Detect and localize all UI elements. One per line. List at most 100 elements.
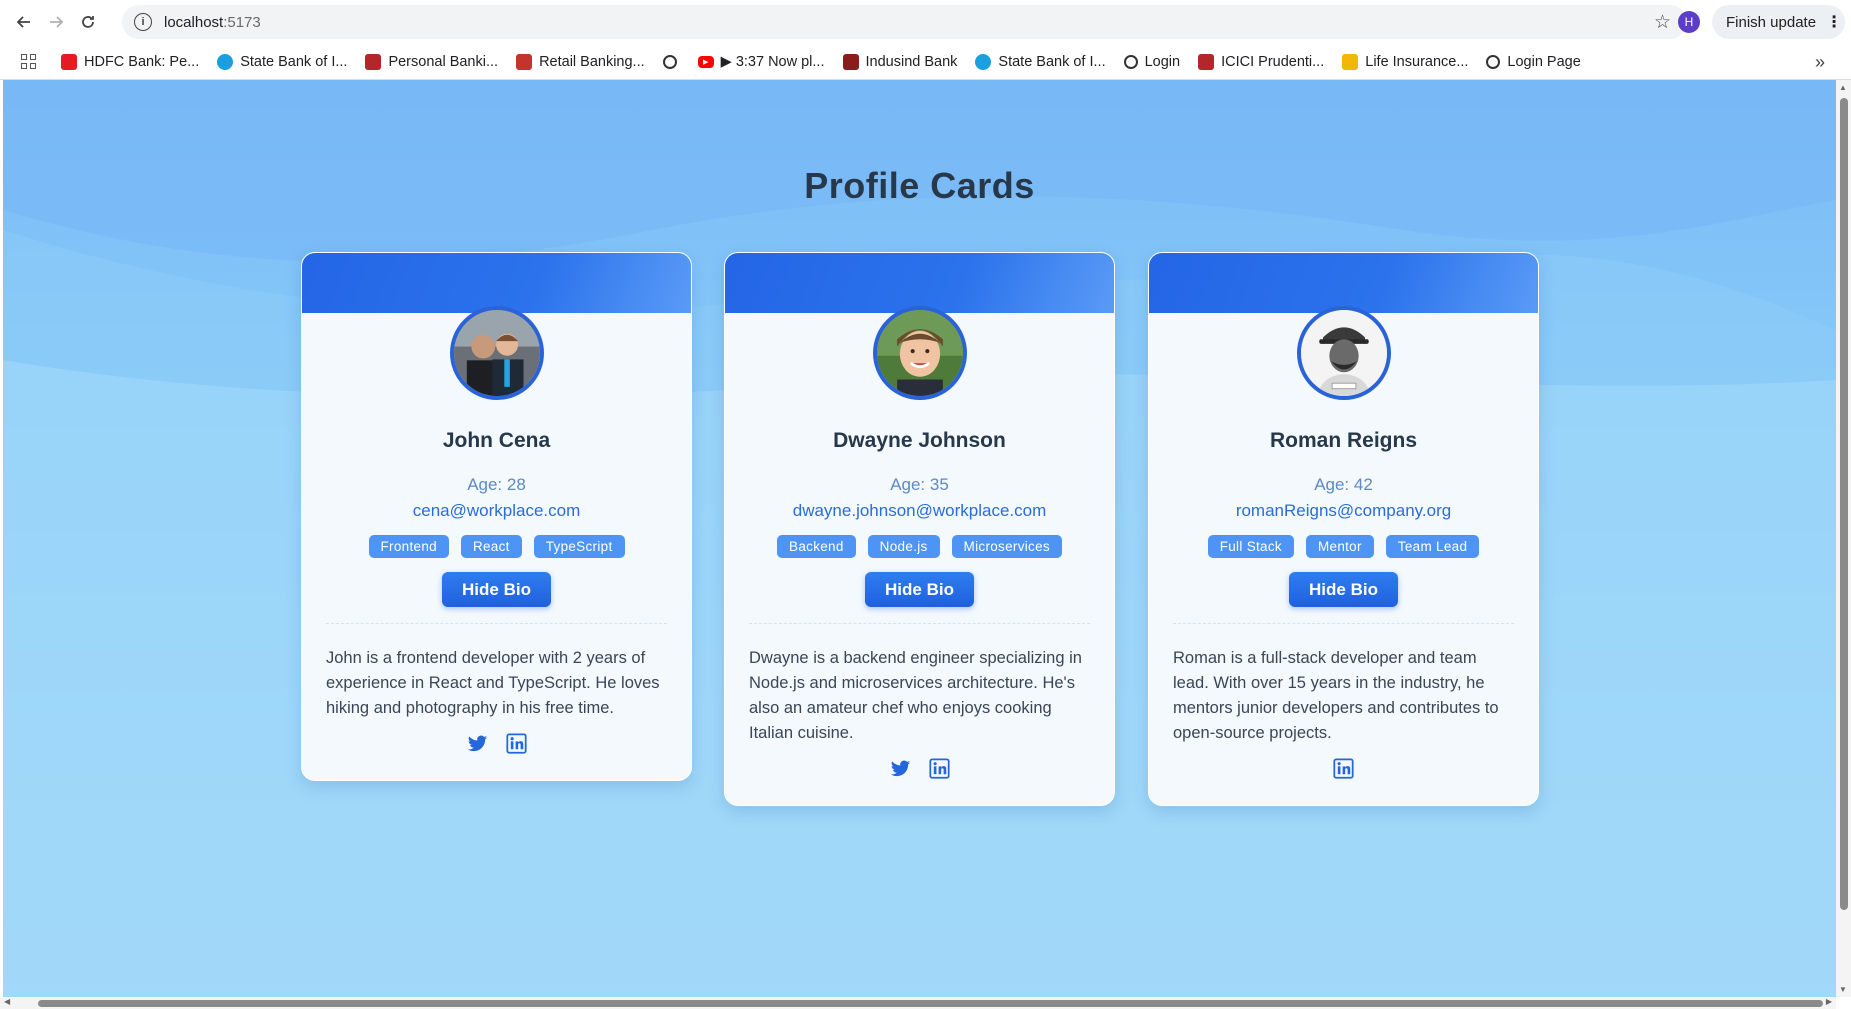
bookmark-item[interactable]: Life Insurance...	[1342, 53, 1469, 70]
avatar	[1296, 306, 1391, 400]
finish-update-label: Finish update	[1726, 13, 1817, 31]
skill-tags: Backend Node.js Microservices	[725, 535, 1114, 558]
url-host: localhost	[164, 13, 224, 31]
bookmark-label: State Bank of I...	[998, 53, 1106, 70]
card-banner	[1149, 253, 1538, 313]
hide-bio-button[interactable]: Hide Bio	[442, 572, 551, 607]
indusind-icon	[842, 53, 859, 70]
hdfc-icon	[61, 53, 77, 70]
skill-tags: Full Stack Mentor Team Lead	[1149, 535, 1538, 558]
bookmark-list: HDFC Bank: Pe... State Bank of I... Person…	[61, 53, 1599, 70]
avatar	[872, 306, 967, 400]
youtube-icon: ▶	[697, 55, 714, 68]
globe-icon	[662, 54, 677, 69]
card-age: Age: 28	[467, 475, 526, 494]
card-banner	[725, 253, 1114, 313]
divider	[1173, 623, 1514, 624]
bookmark-label: Retail Banking...	[539, 53, 645, 70]
hide-bio-button[interactable]: Hide Bio	[865, 572, 974, 607]
bookmark-item[interactable]: Personal Banki...	[365, 53, 499, 70]
page-title: Profile Cards	[804, 165, 1035, 206]
card-name: Roman Reigns	[1269, 429, 1418, 452]
bookmark-item[interactable]: Login	[1123, 53, 1181, 70]
bookmarks-bar: HDFC Bank: Pe... State Bank of I... Person…	[0, 44, 1851, 80]
linkedin-icon[interactable]	[505, 733, 527, 754]
card-bio: Roman is a full-stack developer and team…	[1173, 649, 1499, 742]
finish-update-button[interactable]: Finish update ⋮	[1712, 5, 1845, 39]
vertical-scrollbar[interactable]: ▲ ▼	[1836, 80, 1851, 997]
skill-tag: React	[460, 535, 522, 558]
bookmark-item[interactable]: Retail Banking...	[516, 53, 645, 70]
scroll-up-icon[interactable]: ▲	[1839, 83, 1847, 92]
scroll-right-icon[interactable]: ▶	[1826, 997, 1832, 1006]
back-icon[interactable]	[8, 6, 40, 38]
linkedin-icon[interactable]	[928, 758, 950, 779]
skill-tag: Team Lead	[1385, 535, 1480, 558]
sbi-icon	[975, 53, 992, 70]
apps-grid-icon[interactable]	[21, 53, 37, 70]
skill-tag: Frontend	[368, 535, 449, 558]
skill-tag: Node.js	[867, 535, 940, 558]
twitter-icon[interactable]	[467, 733, 488, 754]
card-bio: John is a frontend developer with 2 year…	[326, 649, 660, 717]
sbi-icon	[217, 53, 234, 70]
bookmark-label: Login Page	[1507, 53, 1581, 70]
divider	[749, 623, 1090, 624]
bookmark-item[interactable]: HDFC Bank: Pe...	[61, 53, 200, 70]
page-viewport: Profile Cards John Cena Age: 28 cena@wor…	[3, 80, 1836, 997]
lic-icon	[1342, 53, 1359, 70]
social-links	[725, 758, 1114, 779]
card-email[interactable]: cena@workplace.com	[302, 501, 691, 521]
more-bookmarks-icon[interactable]: »	[1815, 52, 1825, 73]
bookmark-label: Login	[1144, 53, 1181, 70]
profile-avatar[interactable]: H	[1678, 11, 1700, 33]
horizontal-scrollbar[interactable]: ◀ ▶	[0, 997, 1836, 1009]
card-age: Age: 35	[890, 475, 949, 494]
browser-toolbar: i localhost:5173 ☆ H Finish update ⋮	[0, 0, 1851, 44]
twitter-icon[interactable]	[890, 758, 911, 779]
reload-icon[interactable]	[72, 6, 104, 38]
site-info-icon[interactable]: i	[134, 13, 152, 31]
menu-dots-icon[interactable]: ⋮	[1826, 12, 1842, 32]
globe-icon	[1123, 54, 1138, 69]
skill-tag: TypeScript	[533, 535, 625, 558]
profile-card: Dwayne Johnson Age: 35 dwayne.johnson@wo…	[724, 252, 1115, 806]
bookmark-item[interactable]: State Bank of I...	[217, 53, 348, 70]
skill-tag: Full Stack	[1207, 535, 1294, 558]
bookmark-item[interactable]	[662, 54, 684, 69]
hide-bio-button[interactable]: Hide Bio	[1289, 572, 1398, 607]
card-email[interactable]: romanReigns@company.org	[1149, 501, 1538, 521]
bookmark-item[interactable]: Indusind Bank	[842, 53, 958, 70]
bookmark-label: Life Insurance...	[1365, 53, 1469, 70]
bookmark-label: Indusind Bank	[865, 53, 958, 70]
scroll-down-icon[interactable]: ▼	[1839, 985, 1847, 994]
icici-icon	[1198, 53, 1215, 70]
linkedin-icon[interactable]	[1333, 758, 1354, 779]
social-links	[1149, 758, 1538, 779]
bookmark-label: HDFC Bank: Pe...	[84, 53, 200, 70]
card-name: Dwayne Johnson	[833, 429, 1006, 452]
bookmark-label: State Bank of I...	[240, 53, 348, 70]
bookmark-item[interactable]: ICICI Prudenti...	[1198, 53, 1324, 70]
icici-icon	[365, 53, 382, 70]
horizontal-scroll-thumb[interactable]	[38, 1000, 1823, 1007]
card-name: John Cena	[442, 429, 551, 452]
bookmark-item[interactable]: Login Page	[1486, 53, 1581, 70]
address-bar[interactable]: i localhost:5173 ☆	[122, 5, 1687, 39]
card-banner	[302, 253, 691, 313]
skill-tag: Microservices	[951, 535, 1062, 558]
bookmark-label: Personal Banki...	[388, 53, 499, 70]
forward-icon[interactable]	[40, 6, 72, 38]
skill-tag: Backend	[777, 535, 856, 558]
bookmark-item[interactable]: State Bank of I...	[975, 53, 1106, 70]
scroll-left-icon[interactable]: ◀	[4, 997, 10, 1006]
url-text: localhost:5173	[164, 14, 261, 31]
axis-icon	[516, 53, 533, 70]
card-bio: Dwayne is a backend engineer specializin…	[749, 649, 1082, 742]
card-email[interactable]: dwayne.johnson@workplace.com	[725, 501, 1114, 521]
bookmark-star-icon[interactable]: ☆	[1654, 11, 1671, 34]
bookmark-item[interactable]: ▶ ▶ 3:37 Now pl...	[697, 54, 825, 70]
url-port: :5173	[223, 13, 261, 31]
avatar	[449, 306, 544, 400]
vertical-scroll-thumb[interactable]	[1840, 98, 1848, 910]
